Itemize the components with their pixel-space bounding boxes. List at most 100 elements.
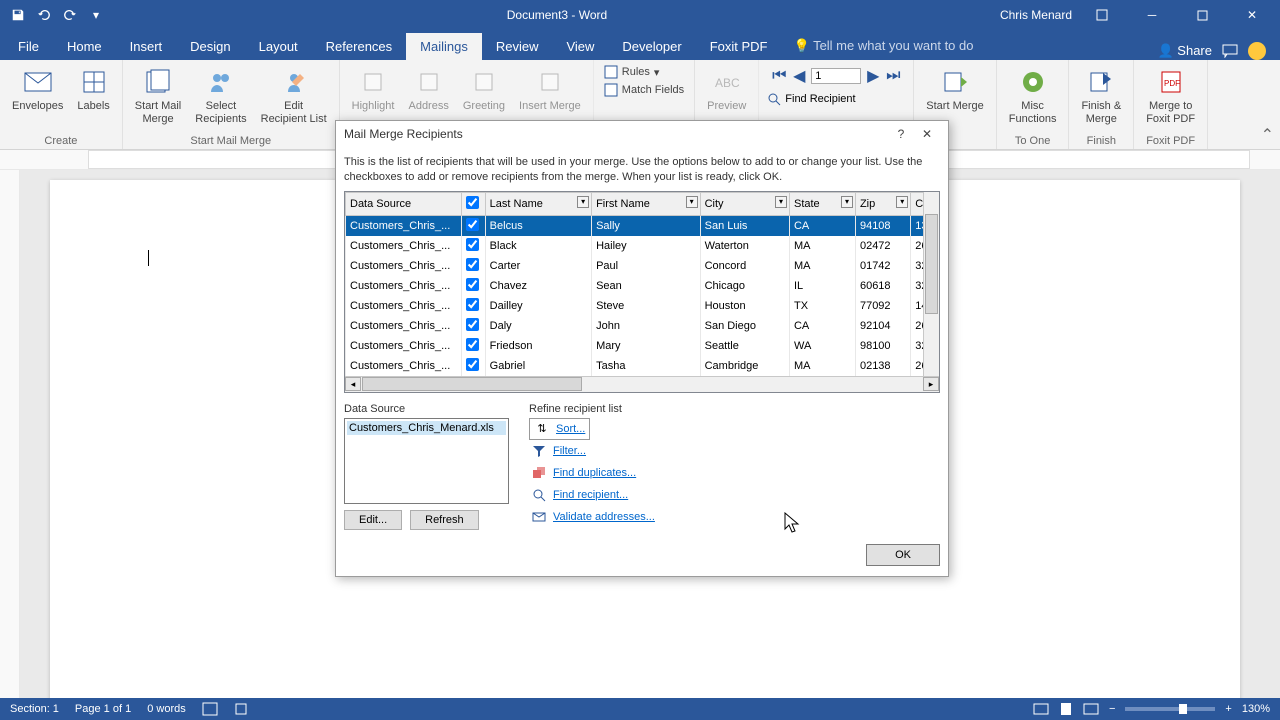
ribbon-display-icon[interactable]: [1082, 1, 1122, 29]
collapse-ribbon-icon[interactable]: ⌃: [1261, 125, 1274, 145]
dropdown-icon[interactable]: ▾: [775, 196, 787, 208]
qat-customize-icon[interactable]: ▾: [84, 3, 108, 27]
zoom-slider[interactable]: [1125, 707, 1215, 711]
row-checkbox[interactable]: [466, 238, 479, 251]
vertical-scrollbar[interactable]: [923, 192, 939, 376]
tab-file[interactable]: File: [4, 33, 53, 60]
col-zip[interactable]: Zip▾: [855, 192, 910, 215]
macro-icon[interactable]: [234, 702, 248, 716]
last-record-icon[interactable]: ⏭: [885, 68, 901, 84]
tab-review[interactable]: Review: [482, 33, 553, 60]
status-section[interactable]: Section: 1: [10, 703, 59, 715]
minimize-icon[interactable]: ─: [1132, 1, 1172, 29]
col-last-name[interactable]: Last Name▾: [485, 192, 591, 215]
spell-check-icon[interactable]: [202, 702, 218, 716]
tab-layout[interactable]: Layout: [245, 33, 312, 60]
tab-references[interactable]: References: [312, 33, 406, 60]
read-mode-icon[interactable]: [1033, 703, 1049, 715]
redo-icon[interactable]: [58, 3, 82, 27]
web-layout-icon[interactable]: [1083, 703, 1099, 715]
dropdown-icon[interactable]: ▾: [841, 196, 853, 208]
scroll-left-icon[interactable]: ◂: [345, 377, 361, 391]
zoom-in-icon[interactable]: +: [1225, 703, 1231, 715]
undo-icon[interactable]: [32, 3, 56, 27]
row-checkbox[interactable]: [466, 218, 479, 231]
table-row[interactable]: Customers_Chris_...BelcusSallySan LuisCA…: [346, 215, 939, 236]
table-row[interactable]: Customers_Chris_...DalyJohnSan DiegoCA92…: [346, 316, 939, 336]
data-source-list[interactable]: Customers_Chris_Menard.xls: [344, 418, 509, 504]
close-dialog-icon[interactable]: ✕: [914, 123, 940, 145]
data-source-item[interactable]: Customers_Chris_Menard.xls: [347, 421, 506, 435]
merge-to-foxit-button[interactable]: PDFMerge to Foxit PDF: [1142, 64, 1199, 127]
tab-insert[interactable]: Insert: [116, 33, 177, 60]
print-layout-icon[interactable]: [1059, 702, 1073, 716]
ok-button[interactable]: OK: [866, 544, 940, 566]
table-row[interactable]: Customers_Chris_...GabrielTashaCambridge…: [346, 356, 939, 376]
labels-button[interactable]: Labels: [73, 64, 113, 115]
tab-view[interactable]: View: [552, 33, 608, 60]
row-checkbox[interactable]: [466, 358, 479, 371]
row-checkbox[interactable]: [466, 258, 479, 271]
close-icon[interactable]: ✕: [1232, 1, 1272, 29]
vertical-ruler[interactable]: [0, 170, 20, 698]
tab-home[interactable]: Home: [53, 33, 116, 60]
col-data-source[interactable]: Data Source: [346, 192, 462, 215]
sort-link[interactable]: ⇅Sort...: [529, 418, 590, 440]
prev-record-icon[interactable]: ◀: [791, 68, 807, 84]
select-recipients-button[interactable]: Select Recipients: [191, 64, 250, 127]
next-record-icon[interactable]: ▶: [865, 68, 881, 84]
finish-merge-button[interactable]: Finish & Merge: [1077, 64, 1125, 127]
filter-link[interactable]: Filter...: [529, 440, 657, 462]
maximize-icon[interactable]: [1182, 1, 1222, 29]
help-icon[interactable]: ?: [888, 123, 914, 145]
status-page[interactable]: Page 1 of 1: [75, 703, 131, 715]
address-block-button[interactable]: Address: [404, 64, 452, 115]
tab-foxit[interactable]: Foxit PDF: [696, 33, 782, 60]
save-icon[interactable]: [6, 3, 30, 27]
tab-developer[interactable]: Developer: [608, 33, 695, 60]
status-words[interactable]: 0 words: [147, 703, 186, 715]
edit-button[interactable]: Edit...: [344, 510, 402, 530]
preview-results-button[interactable]: ABCPreview: [703, 64, 750, 115]
find-recipient-link[interactable]: Find recipient...: [529, 484, 657, 506]
col-checkbox[interactable]: [462, 192, 485, 215]
col-first-name[interactable]: First Name▾: [592, 192, 701, 215]
envelopes-button[interactable]: Envelopes: [8, 64, 67, 115]
tab-mailings[interactable]: Mailings: [406, 33, 482, 60]
find-recipient-button[interactable]: Find Recipient: [767, 92, 905, 106]
table-row[interactable]: Customers_Chris_...ChavezSeanChicagoIL60…: [346, 276, 939, 296]
refresh-button[interactable]: Refresh: [410, 510, 479, 530]
misc-functions-button[interactable]: Misc Functions: [1005, 64, 1061, 127]
tell-me-search[interactable]: 💡 Tell me what you want to do: [781, 32, 985, 60]
edit-recipient-list-button[interactable]: Edit Recipient List: [257, 64, 331, 127]
col-city[interactable]: City▾: [700, 192, 789, 215]
row-checkbox[interactable]: [466, 278, 479, 291]
table-row[interactable]: Customers_Chris_...CarterPaulConcordMA01…: [346, 256, 939, 276]
select-all-checkbox[interactable]: [466, 196, 479, 209]
dropdown-icon[interactable]: ▾: [896, 196, 908, 208]
zoom-out-icon[interactable]: −: [1109, 703, 1115, 715]
dropdown-icon[interactable]: ▾: [577, 196, 589, 208]
tab-design[interactable]: Design: [176, 33, 244, 60]
horizontal-scrollbar[interactable]: ◂ ▸: [345, 376, 939, 392]
scroll-right-icon[interactable]: ▸: [923, 377, 939, 391]
rules-button[interactable]: Rules ▾: [602, 64, 686, 80]
table-row[interactable]: Customers_Chris_...DailleySteveHoustonTX…: [346, 296, 939, 316]
greeting-line-button[interactable]: Greeting: [459, 64, 509, 115]
row-checkbox[interactable]: [466, 338, 479, 351]
share-button[interactable]: 👤 Share: [1157, 43, 1212, 59]
row-checkbox[interactable]: [466, 298, 479, 311]
first-record-icon[interactable]: ⏮: [771, 68, 787, 84]
feedback-icon[interactable]: [1248, 42, 1266, 60]
col-state[interactable]: State▾: [789, 192, 855, 215]
start-merge-button[interactable]: Start Merge: [922, 64, 987, 115]
validate-addresses-link[interactable]: Validate addresses...: [529, 506, 657, 528]
dropdown-icon[interactable]: ▾: [686, 196, 698, 208]
find-duplicates-link[interactable]: Find duplicates...: [529, 462, 657, 484]
insert-merge-field-button[interactable]: Insert Merge: [515, 64, 585, 115]
table-row[interactable]: Customers_Chris_...FriedsonMarySeattleWA…: [346, 336, 939, 356]
highlight-button[interactable]: Highlight: [348, 64, 399, 115]
record-number-input[interactable]: [811, 68, 861, 84]
row-checkbox[interactable]: [466, 318, 479, 331]
match-fields-button[interactable]: Match Fields: [602, 82, 686, 98]
